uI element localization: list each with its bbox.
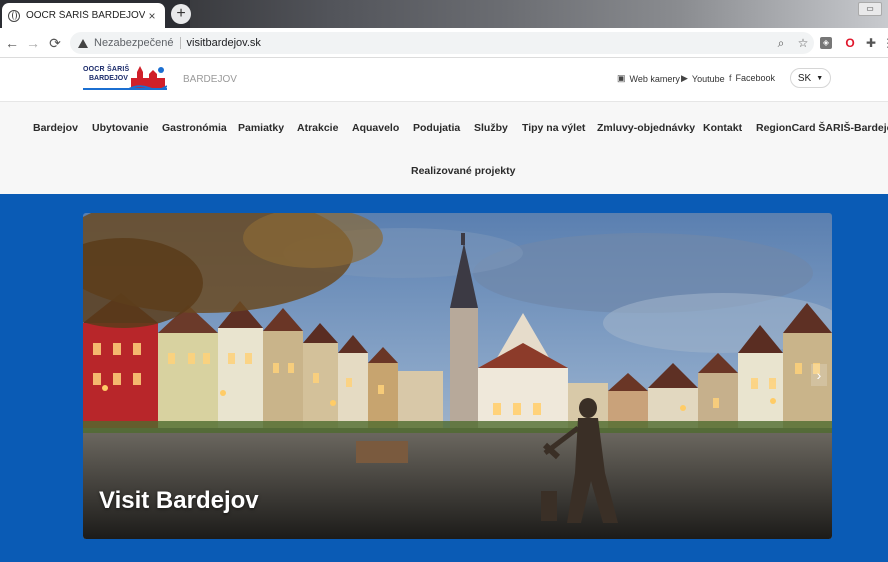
site-logo[interactable]: OOCR ŠARIŠ BARDEJOV [83, 64, 167, 96]
youtube-link[interactable]: ▶ Youtube [681, 73, 725, 84]
webcams-link[interactable]: ▣ Web kamery [617, 73, 680, 84]
site-subtitle: BARDEJOV [183, 74, 237, 85]
menu-icon[interactable]: ⋮ [880, 35, 888, 51]
url-text[interactable]: visitbardejov.sk [187, 37, 770, 49]
logo-line1: OOCR ŠARIŠ [83, 66, 130, 73]
language-label: SK [797, 72, 812, 84]
puzzle-icon[interactable]: ✚ [863, 35, 879, 51]
browser-toolbar: ← → ⟳ Nezabezpečené visitbardejov.sk ⌕ ☆… [0, 28, 888, 58]
tab-close-button[interactable]: × [145, 9, 159, 23]
language-selector[interactable]: SK ▼ [790, 68, 831, 88]
chevron-down-icon: ▼ [816, 74, 824, 82]
reload-button[interactable]: ⟳ [46, 34, 64, 52]
opera-icon[interactable]: O [842, 35, 858, 51]
youtube-label: Youtube [691, 73, 725, 84]
new-tab-button[interactable]: + [171, 4, 191, 24]
star-icon[interactable]: ☆ [792, 36, 814, 50]
extension-icon[interactable]: ◈ [820, 37, 832, 49]
nav-item-bardejov[interactable]: Bardejov [33, 122, 78, 134]
play-icon: ▶ [681, 73, 688, 83]
camera-icon: ▣ [617, 73, 626, 83]
logo-emblem-icon [129, 66, 167, 90]
search-icon[interactable]: ⌕ [770, 36, 792, 51]
nav-item-realizovane-projekty[interactable]: Realizované projekty [411, 165, 515, 177]
nav-item-ubytovanie[interactable]: Ubytovanie [92, 122, 149, 134]
globe-icon [8, 9, 20, 22]
facebook-label: Facebook [735, 73, 776, 83]
hero-slider[interactable]: Visit Bardejov › [83, 213, 832, 539]
nav-item-aquavelo[interactable]: Aquavelo [352, 122, 399, 134]
nav-item-tipy-na-vylet[interactable]: Tipy na výlet [522, 122, 585, 134]
facebook-icon: f [729, 73, 732, 83]
main-navigation: Bardejov Ubytovanie Gastronómia Pamiatky… [0, 102, 888, 194]
address-bar[interactable]: Nezabezpečené visitbardejov.sk ⌕ ☆ [70, 32, 814, 54]
tabstrip-background [190, 0, 888, 28]
nav-item-zmluvy-objednavky[interactable]: Zmluvy-objednávky [597, 122, 695, 134]
nav-item-pamiatky[interactable]: Pamiatky [238, 122, 284, 134]
browser-tab[interactable]: OOCR ŠARIŠ BARDEJOV × [2, 3, 165, 28]
browser-tabstrip: OOCR ŠARIŠ BARDEJOV × + ▭ [0, 0, 888, 28]
forward-button[interactable]: → [24, 34, 42, 52]
warning-icon [78, 38, 88, 48]
nav-item-kontakt[interactable]: Kontakt [703, 122, 742, 134]
security-label[interactable]: Nezabezpečené [94, 37, 174, 49]
logo-line2: BARDEJOV [89, 75, 128, 82]
webcams-label: Web kamery [629, 73, 680, 84]
nav-item-sluzby[interactable]: Služby [474, 122, 508, 134]
tab-title: OOCR ŠARIŠ BARDEJOV [26, 10, 145, 21]
nav-item-regioncard[interactable]: RegionCard ŠARIŠ-Bardejov [756, 122, 888, 134]
hero-title: Visit Bardejov [99, 487, 259, 514]
nav-item-podujatia[interactable]: Podujatia [413, 122, 460, 134]
omnibox-divider [179, 37, 181, 49]
nav-item-atrakcie[interactable]: Atrakcie [297, 122, 338, 134]
facebook-link[interactable]: f Facebook [729, 73, 775, 83]
minimize-icon[interactable]: ▭ [858, 2, 882, 16]
site-header: OOCR ŠARIŠ BARDEJOV BARDEJOV ▣ Web kamer… [0, 58, 888, 102]
back-button[interactable]: ← [3, 34, 21, 52]
chevron-right-icon[interactable]: › [811, 364, 827, 386]
nav-item-gastronomia[interactable]: Gastronómia [162, 122, 227, 134]
